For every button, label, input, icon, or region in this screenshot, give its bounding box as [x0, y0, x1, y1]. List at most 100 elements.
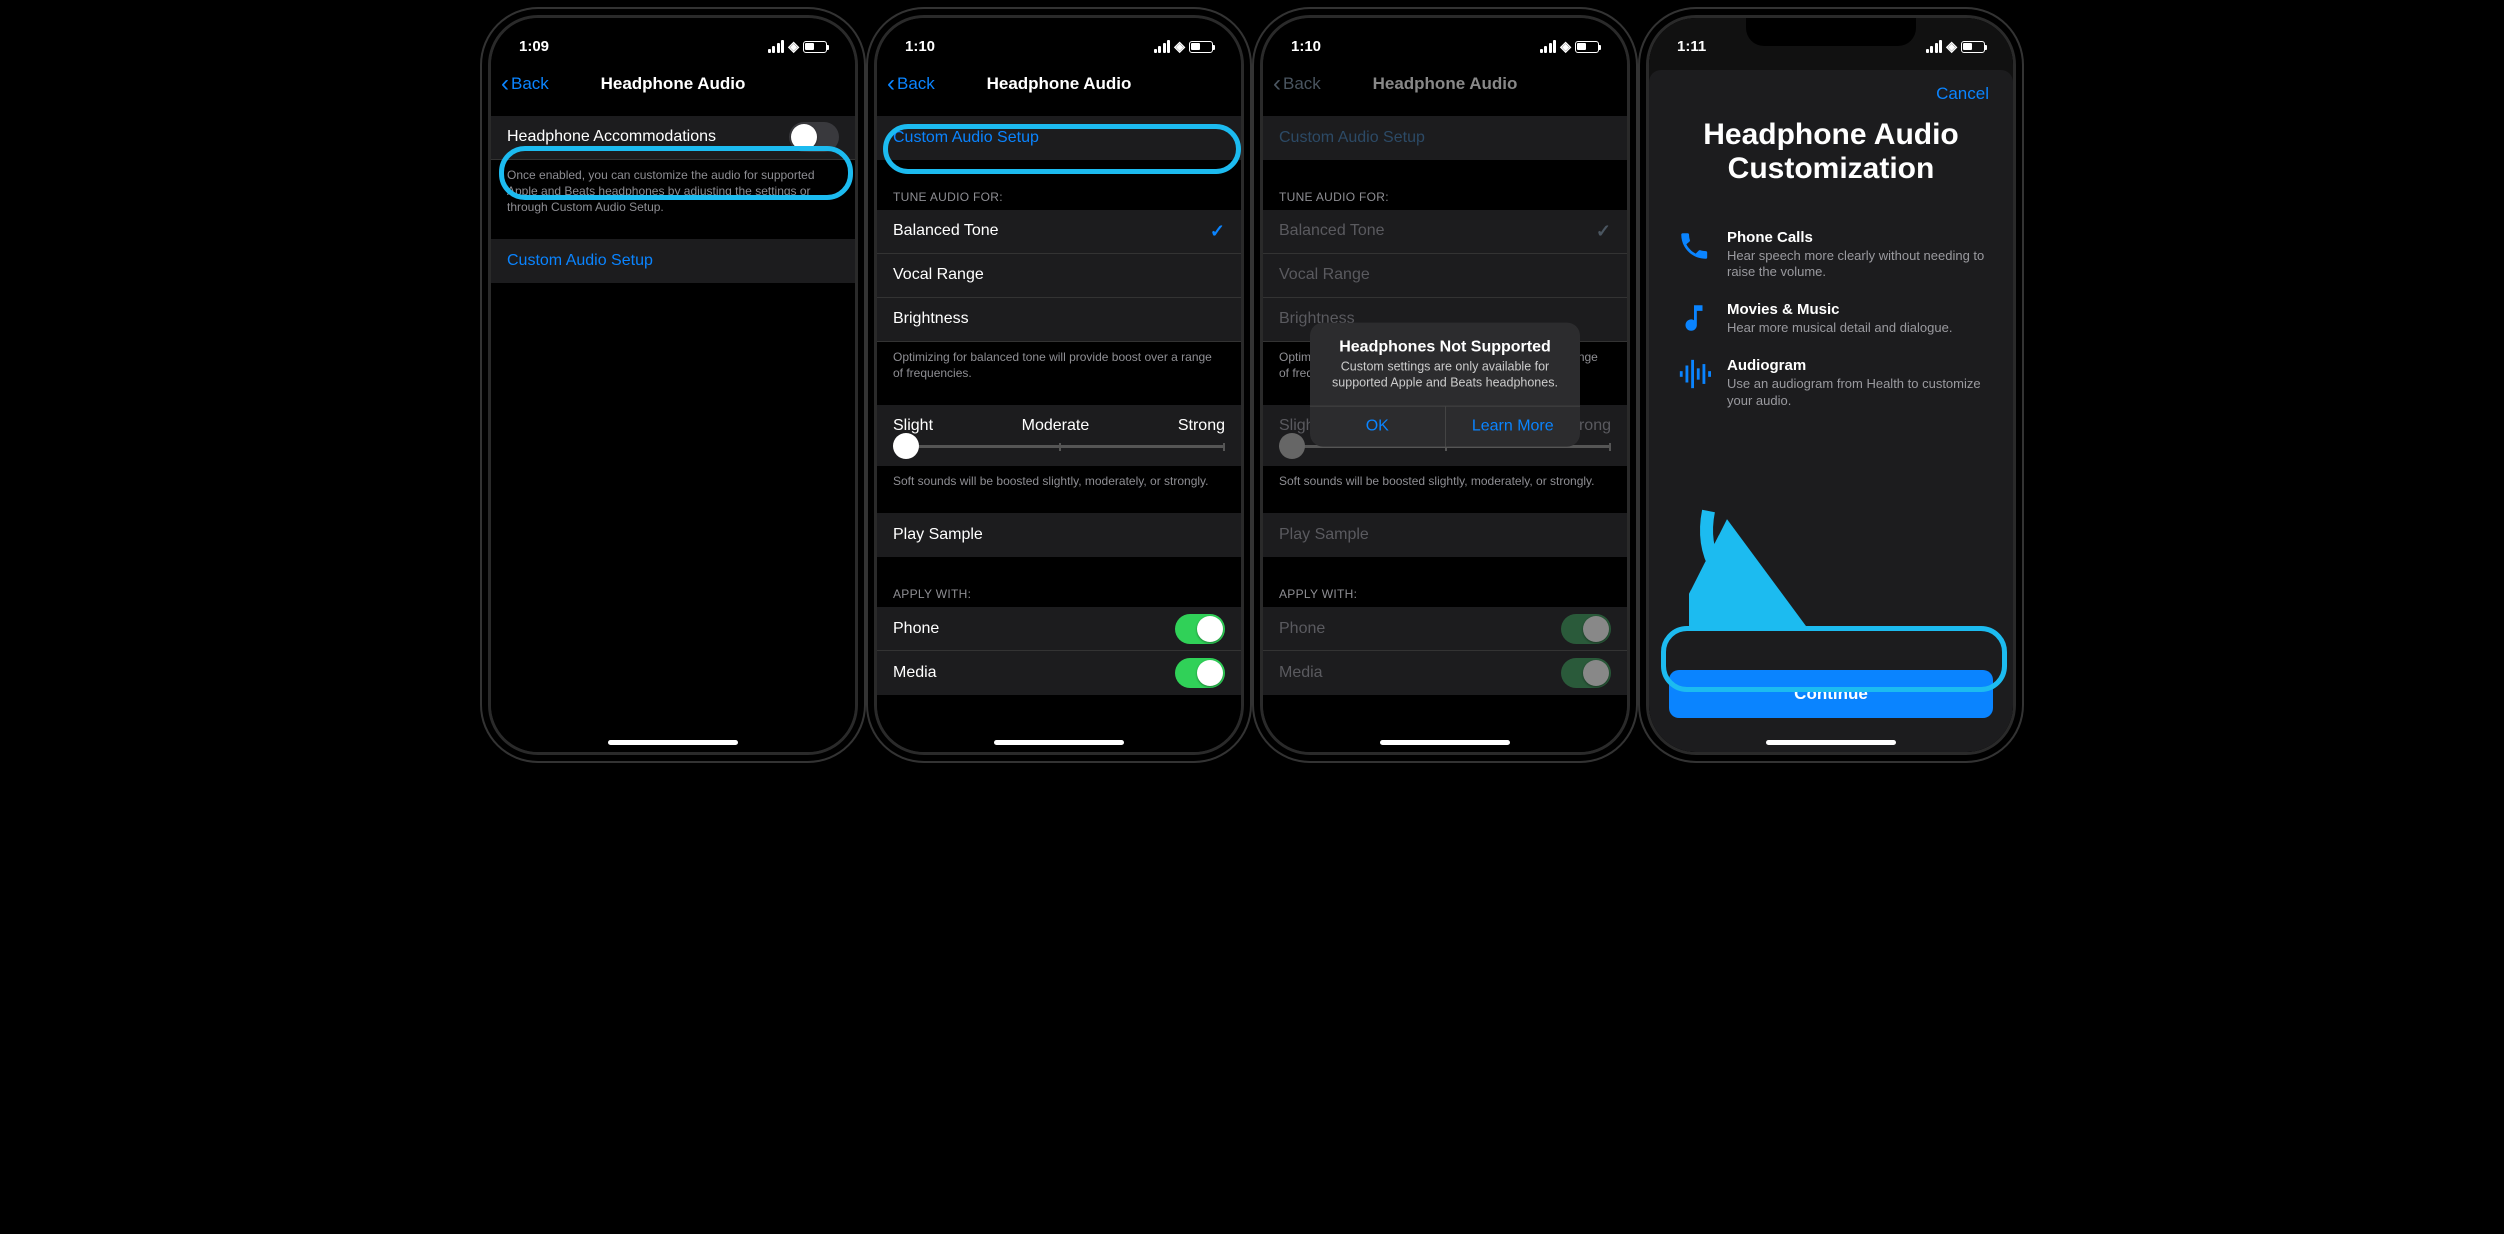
- sheet-title: Headphone Audio Customization: [1649, 118, 2013, 199]
- apply-label: Phone: [893, 620, 939, 638]
- home-indicator[interactable]: [1766, 740, 1896, 745]
- feature-audiogram: Audiogram Use an audiogram from Health t…: [1649, 347, 2013, 420]
- alert-learn-more-button[interactable]: Learn More: [1446, 407, 1581, 447]
- tune-vocal-row[interactable]: Vocal Range: [877, 254, 1241, 298]
- nav-bar: ‹ Back Headphone Audio: [877, 62, 1241, 106]
- feature-phone-calls: Phone Calls Hear speech more clearly wit…: [1649, 219, 2013, 292]
- cancel-button[interactable]: Cancel: [1936, 84, 1997, 104]
- apply-phone-row[interactable]: Phone: [877, 607, 1241, 651]
- screen: 1:10 ◈ ‹ Back Headphone Audio Custom Aud…: [1263, 18, 1627, 752]
- slider-moderate-label: Moderate: [1022, 417, 1090, 435]
- wifi-icon: ◈: [1560, 38, 1571, 55]
- apply-media-row[interactable]: Media: [877, 651, 1241, 695]
- custom-audio-setup-row: Custom Audio Setup: [1263, 116, 1627, 160]
- chevron-left-icon: ‹: [501, 72, 509, 96]
- play-sample-row[interactable]: Play Sample: [877, 513, 1241, 557]
- feature-title: Movies & Music: [1727, 301, 1952, 318]
- tune-vocal-row: Vocal Range: [1263, 254, 1627, 298]
- back-label: Back: [511, 74, 549, 94]
- status-time: 1:10: [1291, 38, 1321, 55]
- slider-strong-label: Strong: [1178, 417, 1225, 435]
- battery-icon: [1575, 41, 1599, 53]
- headphone-accommodations-row[interactable]: Headphone Accommodations: [491, 116, 855, 160]
- battery-icon: [803, 41, 827, 53]
- screen: 1:11 ◈ Cancel Headphone Audio Customizat…: [1649, 18, 2013, 752]
- phone-2: 1:10 ◈ ‹ Back Headphone Audio Custom Aud…: [874, 15, 1244, 755]
- back-button: ‹ Back: [1273, 72, 1321, 96]
- wifi-icon: ◈: [1946, 38, 1957, 55]
- play-sample-label: Play Sample: [893, 526, 983, 544]
- home-indicator[interactable]: [608, 740, 738, 745]
- cellular-icon: [1154, 40, 1171, 53]
- alert-dialog: Headphones Not Supported Custom settings…: [1310, 322, 1580, 447]
- cellular-icon: [768, 40, 785, 53]
- apply-media-row: Media: [1263, 651, 1627, 695]
- annotation-arrow-icon: [1689, 498, 1819, 628]
- tune-footer: Optimizing for balanced tone will provid…: [877, 342, 1241, 381]
- status-icons: ◈: [1154, 38, 1213, 55]
- tune-label: Brightness: [893, 310, 969, 328]
- home-indicator[interactable]: [994, 740, 1124, 745]
- notch: [1360, 18, 1530, 46]
- wifi-icon: ◈: [1174, 38, 1185, 55]
- nav-bar: ‹ Back Headphone Audio: [1263, 62, 1627, 106]
- phone-1: 1:09 ◈ ‹ Back Headphone Audio Headphone …: [488, 15, 858, 755]
- accommodations-toggle[interactable]: [789, 122, 839, 152]
- notch: [974, 18, 1144, 46]
- status-time: 1:10: [905, 38, 935, 55]
- wifi-icon: ◈: [788, 38, 799, 55]
- apply-header: APPLY WITH:: [877, 581, 1241, 607]
- waveform-icon: [1677, 357, 1711, 391]
- feature-desc: Use an audiogram from Health to customiz…: [1727, 376, 1985, 410]
- play-sample-row: Play Sample: [1263, 513, 1627, 557]
- home-indicator[interactable]: [1380, 740, 1510, 745]
- custom-audio-label: Custom Audio Setup: [507, 252, 653, 270]
- back-label: Back: [1283, 74, 1321, 94]
- tune-brightness-row[interactable]: Brightness: [877, 298, 1241, 342]
- apply-phone-toggle[interactable]: [1175, 614, 1225, 644]
- slider-slight-label: Slight: [893, 417, 933, 435]
- custom-audio-setup-row[interactable]: Custom Audio Setup: [491, 239, 855, 283]
- status-time: 1:09: [519, 38, 549, 55]
- battery-icon: [1189, 41, 1213, 53]
- boost-slider-cell: Slight Moderate Strong: [877, 405, 1241, 466]
- apply-label: Media: [893, 664, 937, 682]
- back-button[interactable]: ‹ Back: [887, 72, 935, 96]
- tune-label: Vocal Range: [893, 266, 984, 284]
- tune-header: TUNE AUDIO FOR:: [877, 184, 1241, 210]
- back-button[interactable]: ‹ Back: [501, 72, 549, 96]
- apply-phone-toggle: [1561, 614, 1611, 644]
- chevron-left-icon: ‹: [1273, 72, 1281, 96]
- tune-balanced-row[interactable]: Balanced Tone ✓: [877, 210, 1241, 254]
- alert-ok-button[interactable]: OK: [1310, 407, 1446, 447]
- feature-desc: Hear speech more clearly without needing…: [1727, 248, 1985, 282]
- sheet-nav: Cancel: [1649, 70, 2013, 118]
- apply-phone-row: Phone: [1263, 607, 1627, 651]
- screen: 1:10 ◈ ‹ Back Headphone Audio Custom Aud…: [877, 18, 1241, 752]
- accommodations-footer: Once enabled, you can customize the audi…: [491, 160, 855, 216]
- custom-audio-setup-row[interactable]: Custom Audio Setup: [877, 116, 1241, 160]
- checkmark-icon: ✓: [1596, 221, 1611, 242]
- slider-footer: Soft sounds will be boosted slightly, mo…: [877, 466, 1241, 489]
- apply-media-toggle[interactable]: [1175, 658, 1225, 688]
- feature-movies-music: Movies & Music Hear more musical detail …: [1649, 291, 2013, 347]
- back-label: Back: [897, 74, 935, 94]
- content: Headphone Accommodations Once enabled, y…: [491, 106, 855, 730]
- notch: [1746, 18, 1916, 46]
- feature-desc: Hear more musical detail and dialogue.: [1727, 320, 1952, 337]
- boost-slider[interactable]: [893, 445, 1225, 448]
- apply-media-toggle: [1561, 658, 1611, 688]
- cellular-icon: [1540, 40, 1557, 53]
- phone-icon: [1677, 229, 1711, 263]
- feature-title: Phone Calls: [1727, 229, 1985, 246]
- cellular-icon: [1926, 40, 1943, 53]
- continue-button[interactable]: Continue: [1669, 670, 1993, 718]
- status-icons: ◈: [1540, 38, 1599, 55]
- screen: 1:09 ◈ ‹ Back Headphone Audio Headphone …: [491, 18, 855, 752]
- content: Custom Audio Setup TUNE AUDIO FOR: Balan…: [877, 106, 1241, 730]
- slider-thumb[interactable]: [893, 433, 919, 459]
- checkmark-icon: ✓: [1210, 221, 1225, 242]
- status-icons: ◈: [768, 38, 827, 55]
- alert-title: Headphones Not Supported: [1310, 322, 1580, 358]
- feature-title: Audiogram: [1727, 357, 1985, 374]
